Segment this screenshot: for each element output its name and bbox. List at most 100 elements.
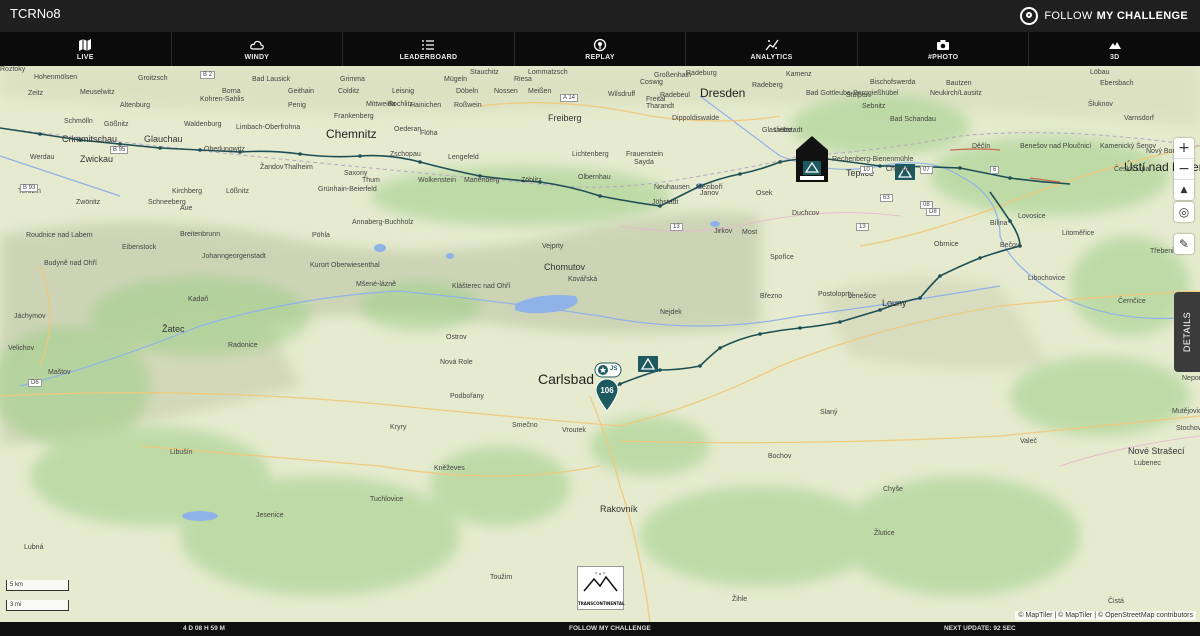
nav-live[interactable]: LIVE: [0, 32, 172, 66]
place-label: Mittweida: [366, 101, 396, 108]
locate-button[interactable]: ◎: [1174, 202, 1194, 222]
zoom-in-button[interactable]: +: [1174, 138, 1194, 159]
place-label: Zöblitz: [521, 177, 542, 184]
place-label: Šluknov: [1088, 101, 1113, 108]
nav-leaderboard-label: LEADERBOARD: [399, 53, 458, 61]
place-label: Libochovice: [1028, 275, 1065, 282]
place-label: Meißen: [528, 88, 552, 95]
place-label: Kamenz: [786, 71, 812, 78]
place-label: Kurort Oberwiesenthal: [310, 262, 380, 269]
race-title: TCRNo8: [10, 6, 61, 21]
place-label: Nossen: [494, 88, 518, 95]
place-label: Lößnitz: [226, 188, 249, 195]
place-label: Limbach-Oberfrohna: [236, 124, 301, 131]
place-label: Stauchitz: [470, 69, 499, 76]
place-label: Werdau: [30, 154, 55, 161]
place-label: Chyše: [883, 486, 903, 493]
road-shield: B 95: [110, 146, 129, 154]
compass-button[interactable]: ▲: [1174, 180, 1194, 200]
nav-photo-label: #PHOTO: [927, 53, 959, 61]
map-canvas[interactable]: Hohenmölsen Groitzsch Bad Lausick Grimma Müg…: [0, 66, 1200, 622]
place-label: Lommatzsch: [528, 69, 568, 76]
place-label: Grimma: [340, 76, 365, 83]
draw-tool-button[interactable]: ✎: [1174, 234, 1194, 254]
place-label: Slaný: [820, 409, 838, 416]
place-label: Roßwein: [454, 102, 482, 109]
cloud-icon: [250, 40, 264, 50]
footer-brand[interactable]: FOLLOW MY CHALLENGE: [569, 625, 651, 632]
road-shield: 13: [670, 223, 683, 231]
camp-icon: [638, 356, 658, 372]
place-label: Varnsdorf: [1124, 115, 1154, 122]
place-label: Obrnice: [934, 241, 959, 248]
road-shield: 07: [920, 166, 933, 174]
mountain-logo-icon: [583, 572, 618, 592]
place-label: Chemnitz: [326, 127, 377, 141]
rider-number[interactable]: 106: [600, 386, 614, 395]
place-label: Tuchlovice: [370, 496, 404, 503]
mountain-icon: [1108, 41, 1121, 49]
place-label: Litoměřice: [1062, 230, 1095, 237]
rider-initials[interactable]: JS: [610, 366, 617, 372]
place-label: Tharandt: [646, 103, 675, 110]
nav-windy[interactable]: WINDY: [172, 32, 344, 66]
place-label: Breitenbrunn: [180, 231, 221, 238]
place-label: Chomutov: [544, 262, 586, 272]
nav-replay[interactable]: REPLAY: [515, 32, 687, 66]
place-label: Rechenberg-Bienenmühle: [832, 156, 914, 163]
place-label: Kirchberg: [172, 188, 202, 195]
place-label: Saxony: [344, 170, 368, 177]
place-label: Zeitz: [28, 90, 44, 97]
road-shield: D6: [28, 379, 42, 387]
nav-photo[interactable]: #PHOTO: [858, 32, 1030, 66]
magic-wand-icon: ✎: [1178, 237, 1190, 251]
place-label: Most: [742, 229, 758, 236]
zoom-out-button[interactable]: −: [1174, 159, 1194, 180]
nav-analytics[interactable]: ANALYTICS: [686, 32, 858, 66]
place-label: Radeburg: [686, 70, 717, 77]
place-label: Crimmitschau: [62, 134, 118, 144]
place-label: Neuhausen: [654, 184, 690, 191]
place-label: Zschopau: [390, 151, 421, 158]
road-shield: 6: [990, 166, 1000, 174]
details-label: DETAILS: [1182, 311, 1192, 353]
nav-replay-label: REPLAY: [585, 53, 615, 61]
place-label: Janov: [700, 190, 719, 197]
place-label: Hainichen: [410, 102, 442, 109]
place-label: Louny: [882, 298, 907, 308]
brand-logo[interactable]: FOLLOW MY CHALLENGE: [1020, 6, 1188, 26]
place-label: Lovosice: [1018, 213, 1046, 220]
place-label: Annaberg-Buchholz: [352, 219, 414, 226]
place-label: Mutějovice: [1172, 408, 1200, 415]
place-label: Nová Role: [440, 359, 473, 366]
transcontinental-logo[interactable]: TRANSCONTINENTAL: [577, 566, 625, 610]
nav-3d[interactable]: 3D: [1029, 32, 1200, 66]
place-label: Oederan: [394, 126, 422, 133]
place-label: Rakovník: [600, 504, 638, 514]
place-label: Frankenberg: [334, 113, 374, 120]
place-label: Meuselwitz: [80, 89, 115, 96]
place-label: Žihle: [732, 596, 748, 603]
nav-leaderboard[interactable]: LEADERBOARD: [343, 32, 515, 66]
road-shield: B 93: [20, 184, 39, 192]
place-label: Valeč: [1020, 438, 1037, 445]
place-label: Vroutek: [562, 427, 586, 434]
place-label: Sayda: [634, 159, 654, 166]
place-label: Jáchymov: [14, 313, 46, 320]
brand-prefix: FOLLOW: [1044, 10, 1093, 22]
details-tab[interactable]: DETAILS: [1174, 292, 1200, 372]
place-label: Kněževes: [434, 465, 465, 472]
place-label: Aue: [180, 205, 193, 212]
map-attribution[interactable]: © MapTiler | © MapTiler | © OpenStreetMa…: [1015, 611, 1196, 620]
place-label: Bautzen: [946, 80, 972, 87]
place-label: Roudnice nad Labem: [26, 232, 93, 239]
place-label: Riesa: [514, 76, 532, 83]
brand-suffix: MY CHALLENGE: [1096, 10, 1188, 22]
place-label: Löbau: [1090, 69, 1110, 76]
place-label: Podbořany: [450, 393, 484, 400]
place-label: Duchcov: [792, 210, 820, 217]
place-label: Nepomyšl: [1182, 375, 1200, 382]
road-shield: D8: [926, 208, 940, 216]
place-label: Frauenstein: [626, 151, 663, 158]
place-label: Freiberg: [548, 113, 582, 123]
